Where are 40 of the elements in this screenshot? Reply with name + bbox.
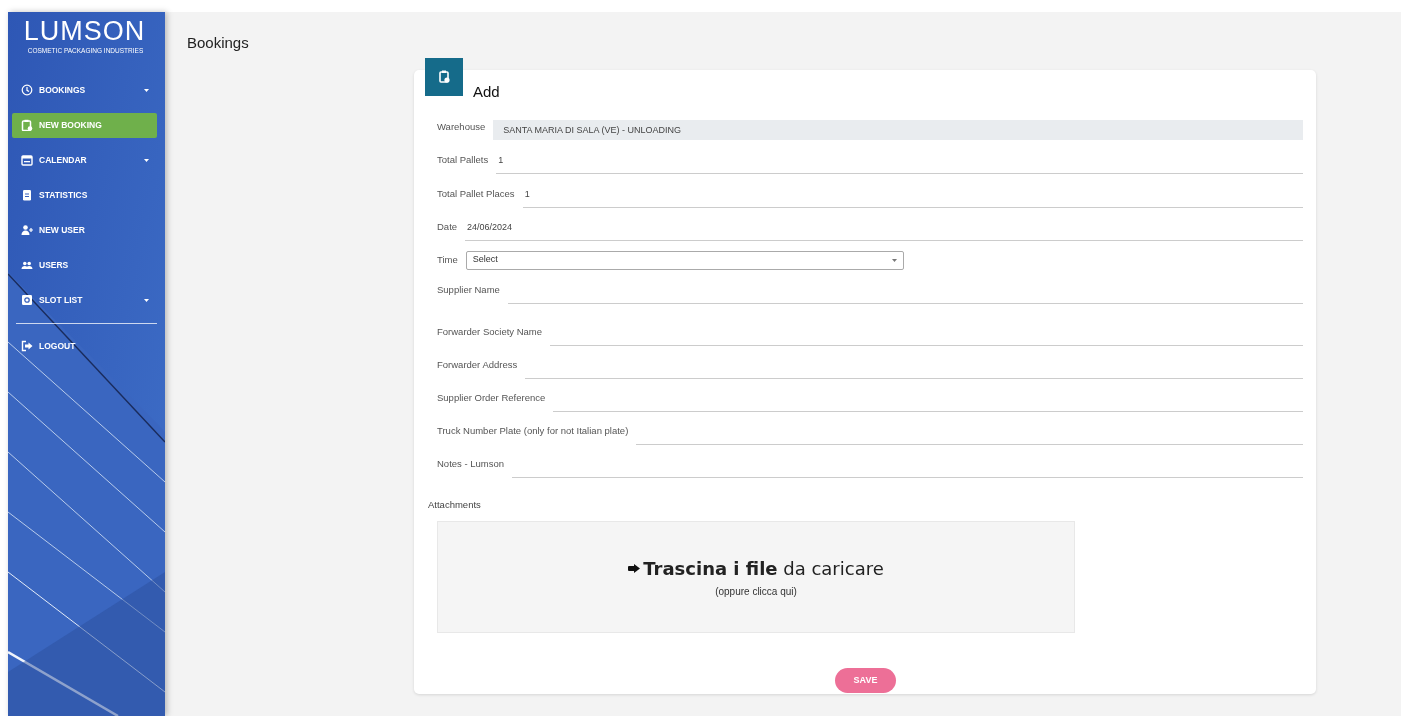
form-title: Add	[472, 81, 501, 102]
readonly-field[interactable]: SANTA MARIA DI SALA (VE) - UNLOADING	[493, 119, 1303, 140]
field-label: Truck Number Plate (only for not Italian plate)	[437, 424, 629, 439]
clipboard-icon	[21, 119, 33, 132]
calendar-icon	[21, 154, 33, 167]
input-field[interactable]: 1	[522, 185, 1303, 208]
sidebar-item[interactable]: STATISTICS	[12, 182, 157, 208]
sidebar-item[interactable]: SLOT LIST	[12, 287, 157, 313]
logout-icon	[21, 340, 33, 353]
add-user-icon	[21, 224, 33, 237]
field-label: Warehouse	[437, 120, 486, 135]
sidebar-item[interactable]: LOGOUT	[12, 333, 157, 359]
page-title: Bookings	[187, 33, 250, 53]
attachments-label: Attachments	[428, 497, 482, 512]
field-label: Time	[437, 253, 458, 268]
input-field[interactable]: 24/06/2024	[465, 218, 1303, 241]
drop-text: Trascina i file da caricare	[643, 556, 884, 581]
field-label: Notes - Lumson	[437, 457, 505, 472]
sidebar-item[interactable]: NEW USER	[12, 217, 157, 243]
field-label: Date	[437, 220, 458, 235]
field-label: Total Pallets	[437, 153, 489, 168]
sidebar-item[interactable]: CALENDAR	[12, 147, 157, 173]
field-label: Supplier Name	[437, 283, 500, 298]
field-label: Total Pallet Places	[437, 187, 515, 202]
gear-icon	[21, 294, 33, 307]
file-drop-zone[interactable]: Trascina i file da caricare (oppure clicca qui)	[437, 520, 1075, 633]
field-label: Forwarder Address	[437, 358, 518, 373]
users-icon	[21, 259, 33, 272]
clock-icon	[21, 84, 33, 97]
field-label: Forwarder Society Name	[437, 325, 543, 340]
input-field[interactable]: 1	[496, 151, 1303, 174]
drop-hint: (oppure clicca qui)	[715, 584, 797, 599]
select-field[interactable]: Select	[465, 250, 904, 270]
caret-icon	[891, 258, 897, 262]
logo-text: LUMSON	[22, 18, 147, 45]
sidebar-item[interactable]: BOOKINGS	[12, 77, 157, 103]
field-label: Supplier Order Reference	[437, 391, 546, 406]
document-icon	[21, 189, 33, 202]
sidebar-item[interactable]: USERS	[12, 252, 157, 278]
arrow-icon	[628, 563, 641, 573]
